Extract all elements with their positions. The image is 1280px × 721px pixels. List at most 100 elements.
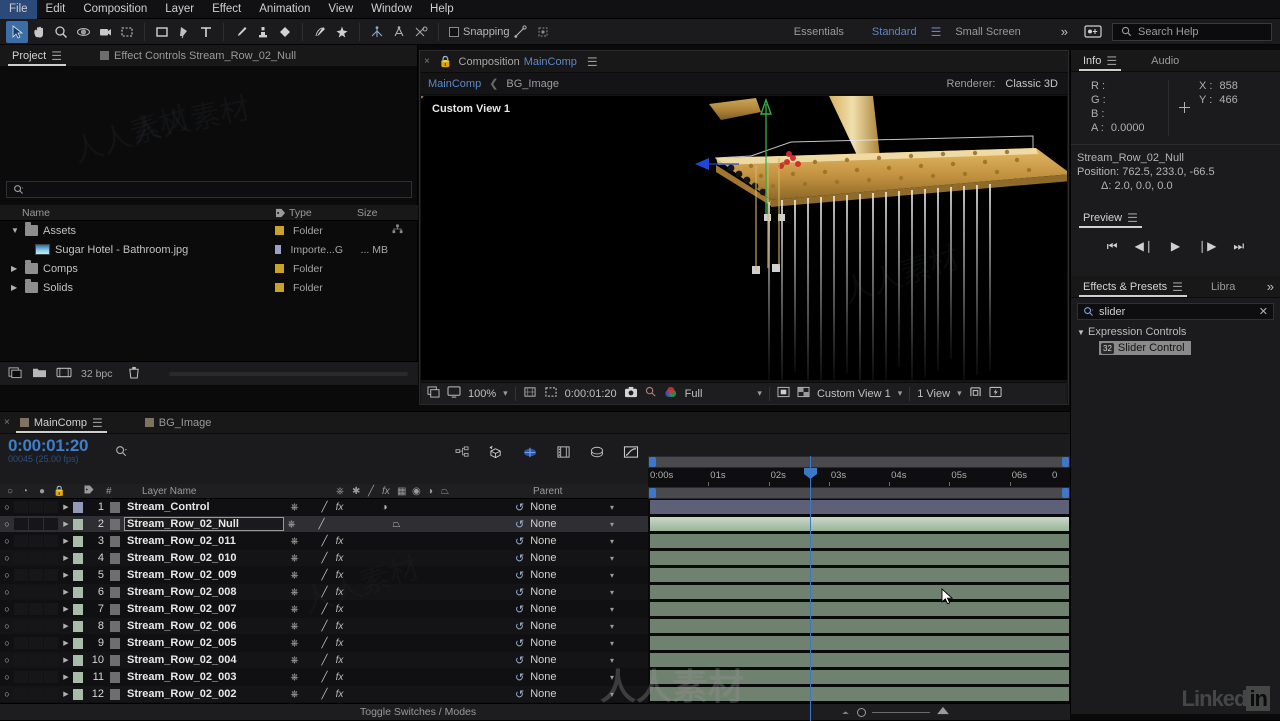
layer-disclosure-triangle-icon[interactable]: ▶ <box>59 605 73 613</box>
project-row-image[interactable]: Sugar Hotel - Bathroom.jpg Importe...G .… <box>0 240 418 259</box>
layer-solo-toggle[interactable] <box>29 501 43 513</box>
project-row-comps[interactable]: ▶ Comps Folder <box>0 259 418 278</box>
pan-camera-tool-icon[interactable] <box>94 21 116 43</box>
first-frame-button[interactable]: ⏮ <box>1107 239 1118 254</box>
layer-duration-bar[interactable] <box>650 500 1069 514</box>
layer-audio-toggle[interactable] <box>14 552 28 564</box>
layer-shy-switch[interactable]: ⎈ <box>284 519 299 530</box>
layer-name-header[interactable]: Layer Name <box>142 486 196 497</box>
layer-effects-switch[interactable]: fx <box>332 553 347 564</box>
timeline-layer-row[interactable]: ○ ▶ 10 Stream_Row_02_004 ⎈ ╱ fx ↺ None ▾ <box>0 652 648 669</box>
layer-parent-control[interactable]: ↺ None <box>515 654 557 667</box>
layer-solo-toggle[interactable] <box>29 603 43 615</box>
layer-shy-switch[interactable]: ⎈ <box>287 672 302 683</box>
layer-audio-toggle[interactable] <box>14 535 28 547</box>
layer-disclosure-triangle-icon[interactable]: ▶ <box>59 503 73 511</box>
bit-depth-label[interactable]: 32 bpc <box>81 368 113 380</box>
layer-parent-control[interactable]: ↺ None <box>515 637 557 650</box>
pen-tool-icon[interactable] <box>173 21 195 43</box>
layer-duration-bar[interactable] <box>650 568 1069 582</box>
toggle-transparency-grid-icon[interactable] <box>797 386 810 401</box>
layer-parent-chevron-icon[interactable]: ▾ <box>610 520 614 529</box>
layer-lock-toggle[interactable] <box>44 671 58 683</box>
layer-video-toggle[interactable]: ○ <box>0 570 14 580</box>
layer-label-color[interactable] <box>73 552 83 564</box>
layer-duration-bar[interactable] <box>650 636 1069 650</box>
composition-timecode[interactable]: 0:00:01:20 <box>565 388 617 400</box>
axis-mode-world-icon[interactable] <box>388 21 410 43</box>
layer-label-color[interactable] <box>73 586 83 598</box>
timeline-layer-row[interactable]: ○ ▶ 2 Stream_Row_02_Null ⎈ ╱ ⏢ ↺ None ▾ <box>0 516 648 533</box>
zoom-slider-track[interactable] <box>872 711 930 713</box>
workspace-layout-icon[interactable] <box>1082 21 1104 43</box>
layer-effects-switch[interactable]: fx <box>332 655 347 666</box>
new-folder-icon[interactable] <box>32 366 47 382</box>
tab-maincomp[interactable]: MainComp ☰ <box>12 412 111 434</box>
layer-shy-switch[interactable]: ⎈ <box>287 570 302 581</box>
layer-name[interactable]: Stream_Row_02_008 <box>127 586 287 598</box>
layer-name[interactable]: Stream_Row_02_005 <box>127 637 287 649</box>
delete-icon[interactable] <box>128 366 140 382</box>
breadcrumb-maincomp[interactable]: MainComp <box>428 78 481 90</box>
axis-mode-local-icon[interactable] <box>366 21 388 43</box>
layer-solo-toggle[interactable] <box>29 637 43 649</box>
tab-project[interactable]: Project ☰ <box>4 45 70 67</box>
layer-solo-toggle[interactable] <box>29 688 43 700</box>
timeline-layer-row[interactable]: ○ ▶ 6 Stream_Row_02_008 ⎈ ╱ fx ↺ None ▾ <box>0 584 648 601</box>
snapping-checkbox-box[interactable] <box>449 26 459 37</box>
clone-stamp-tool-icon[interactable] <box>252 21 274 43</box>
layer-parent-chevron-icon[interactable]: ▾ <box>610 690 614 699</box>
layer-quality-switch[interactable]: ╱ <box>317 502 332 513</box>
timeline-bar-row[interactable] <box>648 686 1070 703</box>
work-area-bottom-bar[interactable] <box>648 487 1070 499</box>
work-area-top-bar[interactable] <box>648 456 1070 468</box>
layer-name[interactable]: Stream_Row_02_007 <box>127 603 287 615</box>
project-search-field[interactable] <box>6 181 412 198</box>
timeline-bar-row[interactable] <box>648 499 1070 516</box>
effects-panel-overflow-icon[interactable]: » <box>1267 279 1280 294</box>
timeline-ruler[interactable]: 0:00s 01s 02s 03s 04s 05s 06s 0 <box>648 456 1070 499</box>
layer-disclosure-triangle-icon[interactable]: ▶ <box>59 656 73 664</box>
layer-solo-toggle[interactable] <box>29 586 43 598</box>
tab-preview[interactable]: Preview ☰ <box>1075 207 1146 229</box>
timeline-bar-row[interactable] <box>648 652 1070 669</box>
layer-disclosure-triangle-icon[interactable]: ▶ <box>59 520 73 528</box>
view-layout-chevron-icon[interactable]: ▾ <box>898 388 903 399</box>
timeline-bar-row[interactable] <box>648 635 1070 652</box>
layer-disclosure-triangle-icon[interactable]: ▶ <box>59 639 73 647</box>
tab-info[interactable]: Info ☰ <box>1075 50 1125 72</box>
layer-parent-chevron-icon[interactable]: ▾ <box>610 673 614 682</box>
layer-lock-toggle[interactable] <box>44 654 58 666</box>
layer-duration-bar[interactable] <box>650 602 1069 616</box>
layer-quality-switch[interactable]: ╱ <box>317 672 332 683</box>
menu-file[interactable]: File <box>0 0 37 19</box>
parent-pickwhip-icon[interactable]: ↺ <box>515 518 524 531</box>
effects-panel-menu-icon[interactable]: ☰ <box>1172 280 1183 294</box>
layer-parent-control[interactable]: ↺ None <box>515 688 557 701</box>
layer-video-toggle[interactable]: ○ <box>0 689 14 699</box>
layer-audio-toggle[interactable] <box>14 518 28 530</box>
layer-shy-switch[interactable]: ⎈ <box>287 638 302 649</box>
layer-parent-chevron-icon[interactable]: ▾ <box>610 588 614 597</box>
puppet-pin-tool-icon[interactable] <box>331 21 353 43</box>
tab-effects-presets[interactable]: Effects & Presets ☰ <box>1075 276 1191 298</box>
graph-editor-icon[interactable] <box>623 445 639 462</box>
layer-parent-control[interactable]: ↺ None <box>515 518 557 531</box>
workspace-overflow-icon[interactable]: » <box>1061 24 1068 39</box>
layer-solo-toggle[interactable] <box>29 552 43 564</box>
lock-aspect-icon[interactable] <box>969 386 982 401</box>
layer-label-color[interactable] <box>73 535 83 547</box>
region-of-interest-toggle-icon[interactable] <box>544 386 558 401</box>
project-panel-scrollbar[interactable] <box>168 371 408 376</box>
snapping-align-icon[interactable] <box>510 21 532 43</box>
layer-label-color[interactable] <box>73 654 83 666</box>
view-layout-value[interactable]: Custom View 1 <box>817 388 891 400</box>
layer-duration-bar[interactable] <box>650 619 1069 633</box>
timeline-zoom-control[interactable] <box>840 706 950 718</box>
timeline-bar-row[interactable] <box>648 618 1070 635</box>
project-panel-menu-icon[interactable]: ☰ <box>51 49 62 63</box>
menu-animation[interactable]: Animation <box>250 0 319 19</box>
layer-shy-switch[interactable]: ⎈ <box>287 604 302 615</box>
orbit-camera-tool-icon[interactable] <box>72 21 94 43</box>
eraser-tool-icon[interactable] <box>274 21 296 43</box>
